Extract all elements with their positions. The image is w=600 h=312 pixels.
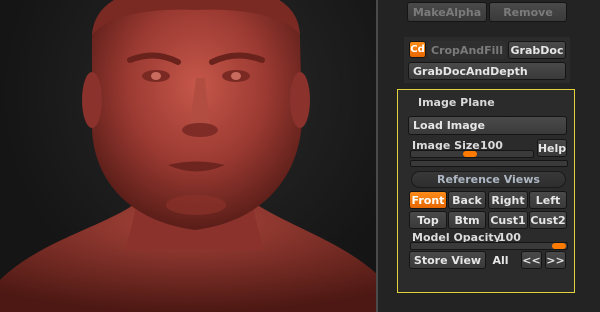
remove-button[interactable]: Remove [489,2,567,22]
reference-views-header[interactable]: Reference Views [411,171,566,188]
model-opacity-slider-handle[interactable] [552,243,566,249]
cd-toggle[interactable]: Cd [409,41,426,58]
view-cust2-button[interactable]: Cust2 [529,211,567,229]
all-button[interactable]: All [488,251,513,269]
make-alpha-button[interactable]: MakeAlpha [407,2,487,22]
view-front-button[interactable]: Front [409,191,447,209]
image-plane-separator [410,160,568,167]
image-plane-title: Image Plane [418,96,495,109]
3d-viewport[interactable] [0,0,378,312]
image-size-slider-handle[interactable] [463,151,477,157]
view-right-button[interactable]: Right [488,191,528,209]
crop-and-fill-button[interactable]: CropAndFill [428,41,506,59]
help-button[interactable]: Help [537,139,567,157]
view-back-button[interactable]: Back [448,191,486,209]
view-cust1-button[interactable]: Cust1 [488,211,528,229]
prev-view-button[interactable]: << [521,251,542,269]
grab-doc-button[interactable]: GrabDoc [508,41,566,59]
view-left-button[interactable]: Left [529,191,567,209]
model-opacity-slider[interactable] [410,242,568,250]
grab-doc-and-depth-button[interactable]: GrabDocAndDepth [408,62,566,80]
view-top-button[interactable]: Top [409,211,447,229]
head-sculpt-icon [0,0,378,312]
load-image-button[interactable]: Load Image [408,116,567,135]
store-view-button[interactable]: Store View [409,251,486,269]
next-view-button[interactable]: >> [545,251,566,269]
view-btm-button[interactable]: Btm [448,211,486,229]
